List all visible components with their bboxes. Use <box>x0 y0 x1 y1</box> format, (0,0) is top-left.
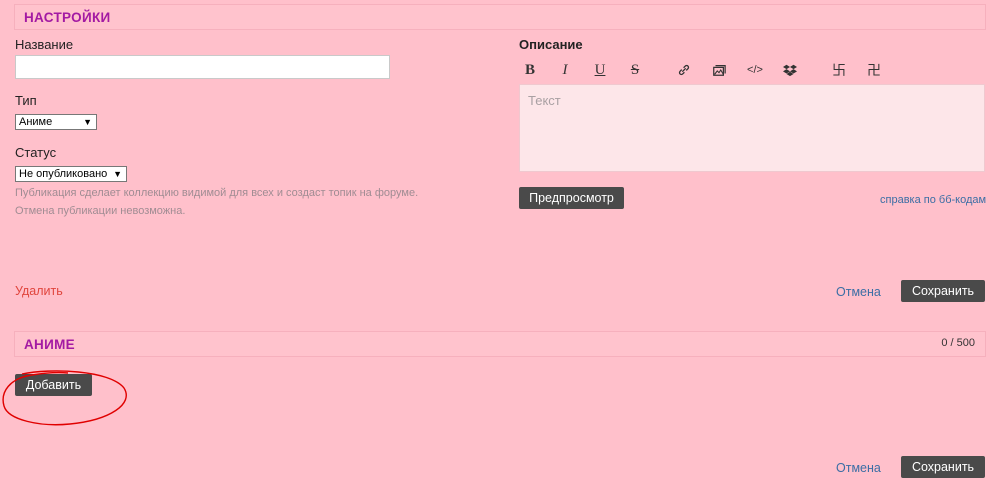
type-label: Тип <box>15 93 37 108</box>
description-textarea[interactable]: Текст <box>519 84 985 172</box>
preview-button[interactable]: Предпросмотр <box>519 187 624 209</box>
description-placeholder: Текст <box>528 93 561 108</box>
status-label: Статус <box>15 145 57 160</box>
italic-icon[interactable]: I <box>556 61 574 79</box>
spoiler-right-icon[interactable]: 卍 <box>865 61 883 79</box>
bold-icon[interactable]: B <box>521 61 539 79</box>
link-icon[interactable] <box>675 61 693 79</box>
dropbox-icon[interactable] <box>781 61 799 79</box>
name-label: Название <box>15 37 74 52</box>
type-select-value: Аниме <box>19 116 53 128</box>
cancel-link[interactable]: Отмена <box>836 285 881 299</box>
anime-title: АНИМЕ <box>24 337 75 352</box>
status-select[interactable]: Не опубликовано ▼ <box>15 166 127 182</box>
anime-counter: 0 / 500 <box>941 337 975 349</box>
anime-save-button[interactable]: Сохранить <box>901 456 985 478</box>
save-button[interactable]: Сохранить <box>901 280 985 302</box>
image-icon[interactable] <box>710 61 728 79</box>
description-label: Описание <box>519 37 583 52</box>
underline-icon[interactable]: U <box>591 61 609 79</box>
chevron-down-icon: ▼ <box>83 117 92 127</box>
name-input[interactable] <box>15 55 390 79</box>
type-select[interactable]: Аниме ▼ <box>15 114 97 130</box>
status-select-value: Не опубликовано <box>19 168 108 180</box>
strikethrough-icon[interactable]: S <box>626 61 644 79</box>
anime-header: АНИМЕ 0 / 500 <box>14 331 986 357</box>
publish-hint-line1: Публикация сделает коллекцию видимой для… <box>15 187 419 199</box>
delete-link[interactable]: Удалить <box>15 284 63 298</box>
anime-cancel-link[interactable]: Отмена <box>836 461 881 475</box>
chevron-down-icon: ▼ <box>113 169 122 179</box>
add-button[interactable]: Добавить <box>15 374 92 396</box>
bbcode-toolbar: B I U S </> 卐 卍 <box>519 61 919 79</box>
spoiler-left-icon[interactable]: 卐 <box>830 61 848 79</box>
settings-header: НАСТРОЙКИ <box>14 4 986 30</box>
code-icon[interactable]: </> <box>746 61 764 79</box>
publish-hint-line2: Отмена публикации невозможна. <box>15 205 186 217</box>
bbcode-help-link[interactable]: справка по бб-кодам <box>880 194 986 206</box>
settings-title: НАСТРОЙКИ <box>24 10 111 25</box>
